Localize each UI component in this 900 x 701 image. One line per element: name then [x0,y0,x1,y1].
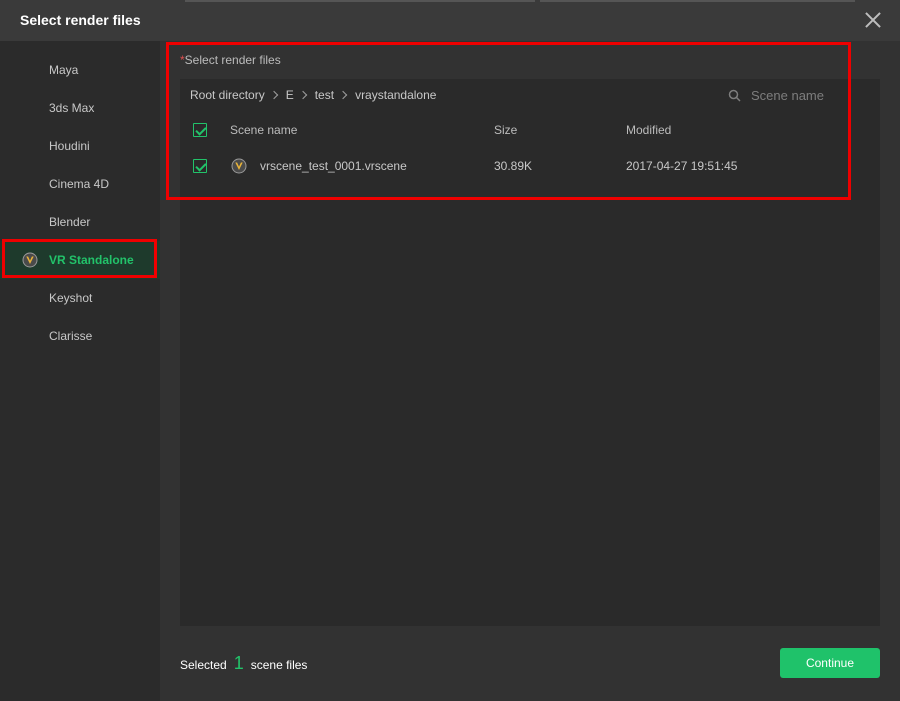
sidebar-item-label: 3ds Max [49,101,95,115]
column-header-modified[interactable]: Modified [626,123,671,137]
selected-prefix: Selected [180,658,227,672]
sidebar-item-label: Keyshot [49,291,93,305]
row-modified: 2017-04-27 19:51:45 [626,159,738,173]
selected-count: 1 [233,653,244,673]
row-checkbox[interactable] [193,159,207,173]
breadcrumb: Root directory E test vraystandalone [190,88,436,102]
sidebar-item-label: Blender [49,215,91,229]
continue-button[interactable]: Continue [780,648,880,678]
breadcrumb-e[interactable]: E [286,88,294,102]
sidebar-item-label: Clarisse [49,329,93,343]
sidebar-item-label: Maya [49,63,79,77]
sidebar-item-label: VR Standalone [49,253,134,267]
sidebar-item-clarisse[interactable]: Clarisse [0,317,160,355]
search-box [728,86,838,104]
selection-summary: Selected 1 scene files [180,653,307,673]
row-size: 30.89K [494,159,533,173]
dialog-title: Select render files [20,12,141,28]
search-icon [728,89,741,102]
sidebar-item-keyshot[interactable]: Keyshot [0,279,160,317]
sidebar-item-label: Cinema 4D [49,177,110,191]
chevron-right-icon [338,90,348,100]
close-icon[interactable] [862,9,884,31]
vray-logo-icon [22,252,38,268]
breadcrumb-root[interactable]: Root directory [190,88,265,102]
column-header-size[interactable]: Size [494,123,517,137]
software-sidebar: Maya 3ds Max Houdini Cinema 4D Blender V… [0,41,160,701]
sidebar-item-cinema-4d[interactable]: Cinema 4D [0,165,160,203]
breadcrumb-vraystandalone[interactable]: vraystandalone [355,88,436,102]
section-label-text: Select render files [184,53,281,67]
title-bar-top-line [0,0,900,2]
vray-logo-icon [231,158,247,174]
search-input[interactable] [751,87,831,103]
section-label: *Select render files [180,53,281,67]
selected-suffix: scene files [250,658,308,672]
column-header-name[interactable]: Scene name [230,123,297,137]
select-all-checkbox[interactable] [193,123,207,137]
sidebar-item-houdini[interactable]: Houdini [0,127,160,165]
sidebar-item-label: Houdini [49,139,90,153]
sidebar-item-blender[interactable]: Blender [0,203,160,241]
chevron-right-icon [269,90,278,100]
row-scene-name: vrscene_test_0001.vrscene [260,159,407,173]
chevron-right-icon [298,90,307,100]
title-bar: Select render files [0,0,900,41]
sidebar-item-3ds-max[interactable]: 3ds Max [0,89,160,127]
sidebar-item-maya[interactable]: Maya [0,51,160,89]
breadcrumb-test[interactable]: test [315,88,334,102]
sidebar-item-vr-standalone[interactable]: VR Standalone [0,241,160,279]
